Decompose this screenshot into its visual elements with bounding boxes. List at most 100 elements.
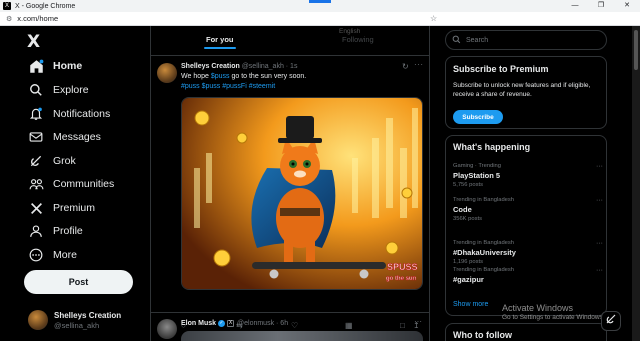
site-info-icon[interactable]: ⚙: [6, 15, 12, 23]
watermark-line-2: Go to Settings to activate Windows.: [502, 314, 605, 321]
trend-title: #gazipur: [453, 275, 484, 284]
avatar: [28, 310, 48, 330]
who-to-follow-title: Who to follow: [453, 330, 512, 340]
premium-title: Subscribe to Premium: [453, 64, 549, 74]
close-icon[interactable]: ✕: [614, 0, 640, 12]
left-navigation: X Home Explore Notifications Messages Gr…: [0, 26, 150, 341]
search-input[interactable]: Search: [445, 30, 607, 50]
x-logo-icon[interactable]: X: [27, 32, 40, 52]
author-name[interactable]: Shelleys Creation: [181, 63, 240, 70]
tab-following[interactable]: Following: [342, 35, 374, 44]
author-name[interactable]: Elon Musk: [181, 320, 216, 327]
account-switcher[interactable]: Shelleys Creation @sellina_akh: [28, 310, 121, 330]
trend-more-icon[interactable]: ···: [596, 197, 603, 204]
tweet[interactable]: Elon Musk ✓ X @elonmusk · 6h ···: [151, 314, 429, 341]
tab-for-you[interactable]: For you: [204, 35, 235, 49]
subscribe-button[interactable]: Subscribe: [453, 110, 503, 124]
account-name: Shelleys Creation: [54, 310, 122, 320]
post-button[interactable]: Post: [24, 270, 133, 294]
grok-icon: [605, 312, 617, 330]
grok-explain-icon[interactable]: ↻: [402, 62, 409, 71]
nav-item-messages[interactable]: Messages: [28, 127, 101, 147]
windows-activation-watermark: Activate Windows Go to Settings to activ…: [502, 303, 605, 321]
tab-indicator: [309, 0, 331, 3]
url-text[interactable]: x.com/home: [17, 14, 58, 23]
trend-more-icon[interactable]: ···: [596, 163, 603, 170]
more-options-icon[interactable]: ···: [414, 60, 424, 69]
people-icon: [28, 176, 44, 192]
tweet-image[interactable]: [181, 331, 423, 341]
nav-label-notifications: Notifications: [53, 108, 111, 120]
person-icon: [28, 223, 44, 239]
right-sidebar: Search Subscribe to Premium Subscribe to…: [430, 26, 640, 341]
avatar[interactable]: [157, 319, 177, 339]
premium-panel: Subscribe to Premium Subscribe to unlock…: [445, 56, 607, 129]
premium-text: Subscribe to unlock new features and if …: [453, 82, 591, 98]
maximize-icon[interactable]: ❐: [588, 0, 614, 12]
nav-label-explore: Explore: [53, 84, 89, 96]
trend-item[interactable]: Trending in Bangladesh #gazipur ···: [453, 267, 603, 301]
page-scrollbar[interactable]: [632, 26, 640, 341]
cashtag-link[interactable]: $puss: [211, 73, 230, 80]
tweet-image[interactable]: SPUSS go the sun: [181, 97, 423, 290]
nav-item-more[interactable]: More: [28, 245, 77, 265]
timeline-tabs: For you English Following: [151, 26, 429, 56]
trend-more-icon[interactable]: ···: [596, 267, 603, 274]
trend-item[interactable]: Gaming · Trending PlayStation 5 5,756 po…: [453, 163, 603, 197]
nav-item-communities[interactable]: Communities: [28, 174, 114, 194]
x-logo-icon: [28, 200, 44, 216]
home-icon: [28, 58, 44, 74]
nav-label-profile: Profile: [53, 225, 83, 237]
nav-label-more: More: [53, 249, 77, 261]
hashtag-links[interactable]: #puss $puss #pussFi #steemit: [181, 83, 275, 90]
trend-item[interactable]: Trending in Bangladesh Code 356K posts ·…: [453, 197, 603, 231]
x-affiliate-badge-icon: X: [227, 320, 235, 327]
nav-item-premium[interactable]: Premium: [28, 198, 95, 218]
minimize-icon[interactable]: —: [562, 0, 588, 12]
trend-title: PlayStation 5: [453, 171, 501, 180]
trend-context: Trending in Bangladesh: [453, 197, 515, 203]
watermark-line-1: Activate Windows: [502, 303, 574, 313]
nav-label-premium: Premium: [53, 202, 96, 214]
nav-label-grok: Grok: [53, 155, 76, 167]
nav-label-home: Home: [53, 60, 83, 72]
search-icon: [28, 82, 44, 98]
author-handle-time[interactable]: @elonmusk · 6h: [237, 320, 288, 327]
tweet-text: We hope $puss go to the sun very soon.: [181, 73, 306, 80]
browser-titlebar: X X - Google Chrome — ❐ ✕: [0, 0, 640, 12]
scrollbar-thumb[interactable]: [634, 30, 638, 70]
language-indicator: English: [339, 28, 361, 35]
avatar[interactable]: [157, 63, 177, 83]
window-title: X - Google Chrome: [15, 2, 76, 10]
tweet-header: Shelleys Creation @sellina_akh · 1s: [181, 63, 297, 70]
grok-floating-button[interactable]: [601, 311, 621, 331]
image-badge-text-1: SPUSS: [387, 262, 418, 272]
trend-count: 1,196 posts: [453, 259, 483, 265]
who-to-follow-panel: Who to follow: [445, 323, 607, 341]
trend-context: Trending in Bangladesh: [453, 240, 515, 246]
whats-happening-panel: What's happening Gaming · Trending PlayS…: [445, 135, 607, 316]
account-handle: @sellina_akh: [54, 320, 100, 330]
nav-item-notifications[interactable]: Notifications: [28, 104, 110, 124]
tweet[interactable]: Shelleys Creation @sellina_akh · 1s ↻ ··…: [151, 56, 429, 330]
nav-label-messages: Messages: [53, 131, 101, 143]
trend-more-icon[interactable]: ···: [596, 240, 603, 247]
verified-badge-icon: ✓: [218, 320, 226, 327]
favicon-x-icon: X: [3, 2, 11, 10]
tweet-text-suffix: go to the sun very soon.: [229, 73, 307, 80]
tweet-header: Elon Musk ✓ X @elonmusk · 6h: [181, 320, 288, 327]
search-icon: [452, 31, 461, 49]
trend-count: 5,756 posts: [453, 182, 483, 188]
more-options-icon[interactable]: ···: [414, 317, 422, 326]
nav-item-grok[interactable]: Grok: [28, 151, 76, 171]
envelope-icon: [28, 129, 44, 145]
nav-item-explore[interactable]: Explore: [28, 80, 89, 100]
author-handle-time[interactable]: @sellina_akh · 1s: [242, 63, 298, 70]
trend-title: Code: [453, 205, 472, 214]
nav-item-home[interactable]: Home: [28, 56, 82, 76]
tweet-text-prefix: We hope: [181, 73, 211, 80]
show-more-link[interactable]: Show more: [453, 301, 488, 308]
address-bar[interactable]: ⚙ x.com/home ☆: [0, 12, 640, 26]
trend-title: #DhakaUniversity: [453, 248, 516, 257]
nav-item-profile[interactable]: Profile: [28, 221, 83, 241]
